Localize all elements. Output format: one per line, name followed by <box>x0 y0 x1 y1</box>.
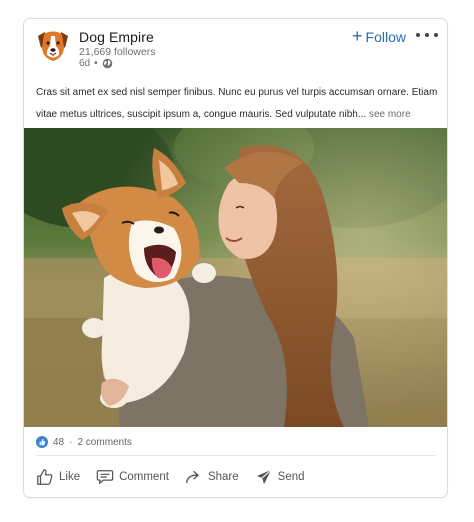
more-dot-icon <box>434 33 438 37</box>
globe-icon <box>102 58 112 69</box>
share-button[interactable]: Share <box>185 468 239 486</box>
woman-holding-corgi-photo <box>24 128 447 427</box>
comment-label: Comment <box>119 471 169 483</box>
reaction-summary[interactable]: 48 · 2 comments <box>36 436 132 448</box>
more-options-button[interactable] <box>416 29 438 41</box>
comment-icon <box>96 470 114 484</box>
follower-count: 21,669 followers <box>79 46 156 58</box>
send-icon <box>256 469 272 485</box>
divider <box>36 455 436 456</box>
send-button[interactable]: Send <box>255 468 305 486</box>
share-icon <box>186 470 199 484</box>
send-label: Send <box>277 471 305 483</box>
post-image[interactable] <box>24 128 447 427</box>
post-card: Dog Empire 21,669 followers 6d • + Follo… <box>23 18 448 498</box>
like-count: 48 <box>53 436 65 448</box>
action-bar: Like Comment Share Send <box>36 468 321 486</box>
like-label: Like <box>59 471 81 483</box>
like-button[interactable]: Like <box>36 468 80 486</box>
author-name[interactable]: Dog Empire <box>79 29 154 45</box>
post-header: Dog Empire 21,669 followers 6d • + Follo… <box>24 19 447 74</box>
plus-icon: + <box>352 26 363 46</box>
post-meta: 6d • <box>79 58 113 69</box>
more-dot-icon <box>416 33 420 37</box>
post-age: 6d <box>79 58 91 69</box>
follow-button[interactable]: + Follow <box>352 27 406 47</box>
thumbs-up-icon <box>37 469 53 485</box>
follow-label: Follow <box>365 29 406 45</box>
stats-separator: · <box>69 436 73 448</box>
dog-empire-logo-avatar[interactable] <box>35 28 71 64</box>
comment-count[interactable]: 2 comments <box>77 437 131 448</box>
dog-logo-icon <box>38 31 68 61</box>
see-more-link[interactable]: see more <box>369 109 411 120</box>
more-dot-icon <box>425 33 429 37</box>
share-label: Share <box>207 471 239 483</box>
like-reaction-icon <box>36 436 48 448</box>
comment-button[interactable]: Comment <box>96 468 169 486</box>
post-text: Cras sit amet ex sed nisl semper finibus… <box>36 82 441 126</box>
